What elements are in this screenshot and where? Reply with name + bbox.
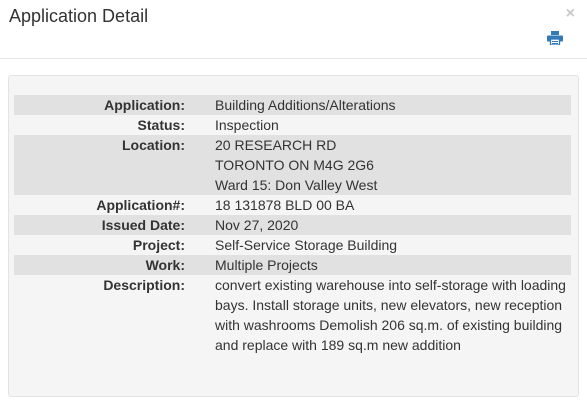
application-number-value: 18 131878 BLD 00 BA: [215, 197, 355, 213]
detail-row-location: Location: 20 RESEARCH RD TORONTO ON M4G …: [14, 135, 571, 195]
issued-date-value: Nov 27, 2020: [215, 215, 571, 235]
detail-row-project: Project: Self-Service Storage Building: [14, 235, 571, 255]
detail-table: Application: Building Additions/Alterati…: [14, 95, 571, 355]
project-label: Project:: [132, 237, 185, 253]
dialog-header: Application Detail ×: [0, 0, 587, 59]
close-button[interactable]: ×: [566, 4, 575, 24]
detail-row-issued-date: Issued Date: Nov 27, 2020: [14, 215, 571, 235]
location-street: 20 RESEARCH RD: [215, 137, 337, 153]
project-value: Self-Service Storage Building: [215, 237, 398, 253]
work-label: Work:: [14, 255, 185, 275]
detail-row-application: Application: Building Additions/Alterati…: [14, 95, 571, 115]
description-label: Description:: [103, 277, 185, 293]
description-value: convert existing warehouse into self-sto…: [215, 277, 566, 353]
issued-date-label: Issued Date:: [14, 215, 185, 235]
detail-row-application-number: Application#: 18 131878 BLD 00 BA: [14, 195, 571, 215]
application-detail-dialog: Application Detail × Application: Buildi…: [0, 0, 587, 408]
location-value: 20 RESEARCH RD TORONTO ON M4G 2G6 Ward 1…: [215, 135, 571, 195]
status-label: Status:: [137, 117, 185, 133]
work-value: Multiple Projects: [215, 255, 571, 275]
dialog-title: Application Detail: [9, 6, 149, 26]
status-value: Inspection: [215, 117, 279, 133]
location-ward: Ward 15: Don Valley West: [215, 177, 378, 193]
location-city: TORONTO ON M4G 2G6: [215, 157, 374, 173]
detail-row-description: Description: convert existing warehouse …: [14, 275, 571, 355]
printer-icon: [547, 31, 563, 46]
application-value: Building Additions/Alterations: [215, 95, 571, 115]
detail-row-status: Status: Inspection: [14, 115, 571, 135]
detail-row-work: Work: Multiple Projects: [14, 255, 571, 275]
application-label: Application:: [14, 95, 185, 115]
detail-panel: Application: Building Additions/Alterati…: [8, 75, 579, 397]
location-label: Location:: [14, 135, 185, 195]
print-button[interactable]: [547, 31, 563, 46]
application-number-label: Application#:: [96, 197, 185, 213]
